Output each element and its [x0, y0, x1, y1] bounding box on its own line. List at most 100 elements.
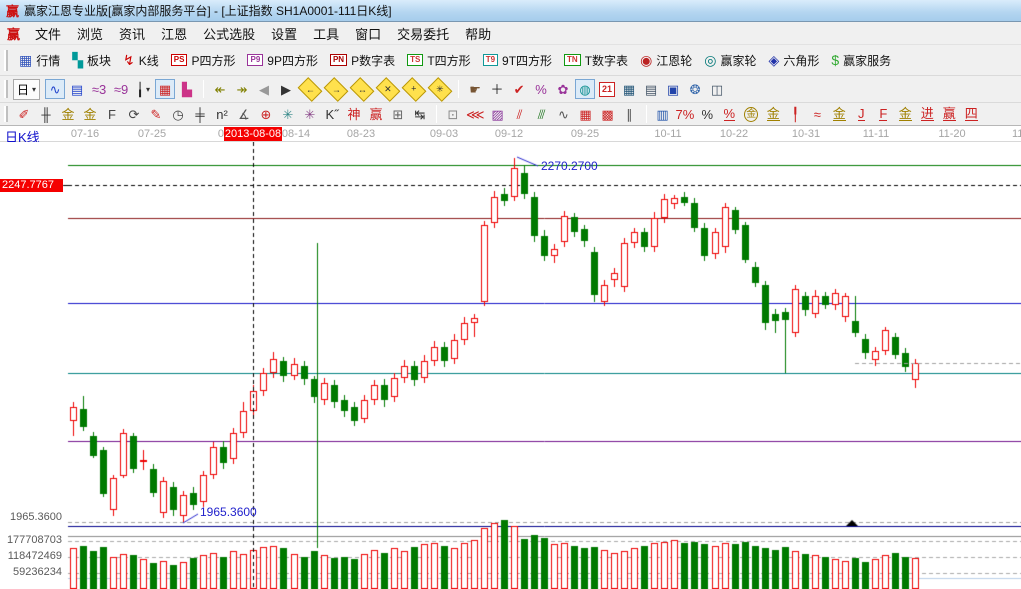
expand-horizontal-icon[interactable]: ↔ [350, 77, 375, 102]
crosshair-tool-icon[interactable]: ＋ [487, 79, 507, 99]
calculator-icon[interactable]: ▦ [619, 79, 639, 99]
ray-fan-2-icon[interactable]: ⫽ [510, 104, 530, 124]
p-square-button[interactable]: PSP四方形 [165, 50, 242, 71]
9p-square-button[interactable]: P99P四方形 [241, 50, 323, 71]
menu-item-7[interactable]: 窗口 [347, 21, 389, 46]
grid-123-icon[interactable]: ⊞ [388, 104, 408, 124]
winner-service-button[interactable]: $赢家服务 [825, 50, 897, 71]
percent-line-icon[interactable]: % [719, 104, 739, 124]
next-page-icon[interactable]: ▶ [276, 79, 296, 99]
print-icon[interactable]: ◫ [707, 79, 727, 99]
menu-item-6[interactable]: 工具 [305, 21, 347, 46]
jin-angle-icon[interactable]: 进 [917, 104, 937, 124]
ying-angle-icon[interactable]: 赢 [939, 104, 959, 124]
shift-left-icon[interactable]: ← [298, 77, 323, 102]
pen-knife-icon[interactable]: ✐ [14, 104, 34, 124]
9t-square-button[interactable]: T99T四方形 [477, 50, 558, 71]
zoom-all-icon[interactable]: ✳ [428, 77, 453, 102]
title-bar[interactable]: 赢 赢家江恩专业版[赢家内部服务平台] - [上证指数 SH1A0001-111… [0, 0, 1021, 22]
winner-wheel-button[interactable]: ◎赢家轮 [698, 50, 762, 71]
spiral-icon[interactable]: ⟳ [124, 104, 144, 124]
menu-item-3[interactable]: 江恩 [153, 21, 195, 46]
red-grid-2-icon[interactable]: ▩ [598, 104, 618, 124]
shen-tool-icon[interactable]: 神 [344, 104, 364, 124]
info-panel-icon[interactable]: ▤ [67, 79, 87, 99]
candle-style-button[interactable]: ╽▾ [133, 79, 153, 99]
menu-item-0[interactable]: 文件 [27, 21, 69, 46]
t-number-table-button[interactable]: TNT数字表 [558, 50, 634, 71]
seven-percent-icon[interactable]: 7% [675, 104, 696, 124]
red-pen-icon[interactable]: ✎ [146, 104, 166, 124]
p-number-table-button[interactable]: PNP数字表 [324, 50, 401, 71]
parallel-lines-icon[interactable]: ∥ [620, 104, 640, 124]
period-day-button[interactable]: 日▾ [13, 79, 40, 100]
measure-tool-icon[interactable]: ✔ [509, 79, 529, 99]
shift-right-icon[interactable]: → [324, 77, 349, 102]
zigzag-tool-icon[interactable]: ∿ [554, 104, 574, 124]
quote-button[interactable]: ▦行情 [13, 50, 66, 71]
trend-lines-icon[interactable]: ⫻ [532, 104, 552, 124]
n-square-icon[interactable]: n² [212, 104, 232, 124]
calendar-icon[interactable]: 21 [597, 79, 617, 99]
sketch-mode-icon[interactable]: ∿ [45, 79, 65, 99]
gold-angle-icon[interactable]: 金 [829, 104, 849, 124]
star-grid-icon[interactable]: ✳ [300, 104, 320, 124]
f-angle-icon[interactable]: F [873, 104, 893, 124]
gann-crosshair-icon[interactable]: ⊕ [256, 104, 276, 124]
zoom-in-icon[interactable]: + [402, 77, 427, 102]
ray-fan-icon[interactable]: ⋘ [465, 104, 486, 124]
horizontal-arrows-icon-glyph: ↹ [415, 108, 426, 121]
menu-item-9[interactable]: 帮助 [457, 21, 499, 46]
histogram-icon[interactable]: ▙ [177, 79, 197, 99]
grid-pen-icon[interactable]: ▨ [488, 104, 508, 124]
candle-pen-icon[interactable]: ╿ [785, 104, 805, 124]
percent-tool-icon[interactable]: % [531, 79, 551, 99]
red-grid-icon[interactable]: ▦ [576, 104, 596, 124]
save-icon[interactable]: ▣ [663, 79, 683, 99]
smart-analysis-icon[interactable]: ◍ [575, 79, 595, 99]
gold-line-icon[interactable]: 金 [763, 104, 783, 124]
hand-tool-icon[interactable]: ☛ [465, 79, 485, 99]
k-note-icon[interactable]: K˝ [322, 104, 342, 124]
gann-figure-icon[interactable]: ✿ [553, 79, 573, 99]
percent-icon[interactable]: % [697, 104, 717, 124]
notes-icon[interactable]: ▤ [641, 79, 661, 99]
prev-page-icon[interactable]: ◀ [254, 79, 274, 99]
gold-grid-icon[interactable]: 金 [58, 104, 78, 124]
wave-3-icon-glyph: ≈3 [92, 83, 106, 96]
menu-item-1[interactable]: 浏览 [69, 21, 111, 46]
star-tool-icon[interactable]: ✳ [278, 104, 298, 124]
compress-icon[interactable]: ✕ [376, 77, 401, 102]
web-icon[interactable]: ❂ [685, 79, 705, 99]
hash-tool-icon[interactable]: ╪ [190, 104, 210, 124]
grid-tool-icon[interactable]: ╫ [36, 104, 56, 124]
wave-9-icon[interactable]: ≈9 [111, 79, 131, 99]
si-angle-icon[interactable]: 四 [961, 104, 981, 124]
t-square-button[interactable]: TST四方形 [401, 50, 477, 71]
wave-3-icon[interactable]: ≈3 [89, 79, 109, 99]
wave-line-icon[interactable]: ≈ [807, 104, 827, 124]
menu-item-5[interactable]: 设置 [263, 21, 305, 46]
last-page-icon[interactable]: ↠ [232, 79, 252, 99]
f-grid-icon[interactable]: F [102, 104, 122, 124]
horizontal-arrows-icon[interactable]: ↹ [410, 104, 430, 124]
gold-grid-2-icon[interactable]: 金 [80, 104, 100, 124]
first-page-icon[interactable]: ↞ [210, 79, 230, 99]
kline-button[interactable]: ↯K线 [117, 50, 165, 71]
hexagon-button[interactable]: ◈六角形 [763, 50, 826, 71]
menu-item-4[interactable]: 公式选股 [195, 21, 263, 46]
j-angle-icon[interactable]: J [851, 104, 871, 124]
time-circle-icon[interactable]: ◷ [168, 104, 188, 124]
stat-bars-icon[interactable]: ▥ [653, 104, 673, 124]
menu-item-2[interactable]: 资讯 [111, 21, 153, 46]
gold-angle-2-icon[interactable]: 金 [895, 104, 915, 124]
menu-item-8[interactable]: 交易委托 [389, 21, 457, 46]
sectors-button[interactable]: ▚板块 [66, 50, 117, 71]
pattern-tool-icon[interactable]: ▦ [155, 79, 175, 99]
gann-wheel-button[interactable]: ◉江恩轮 [634, 50, 698, 71]
gold-circle-icon[interactable]: 金 [741, 104, 761, 124]
angle-tool-icon[interactable]: ∡ [234, 104, 254, 124]
frame-tool-icon[interactable]: ⊡ [443, 104, 463, 124]
ying-tool-icon[interactable]: 赢 [366, 104, 386, 124]
kline-chart-canvas[interactable] [0, 142, 1021, 589]
